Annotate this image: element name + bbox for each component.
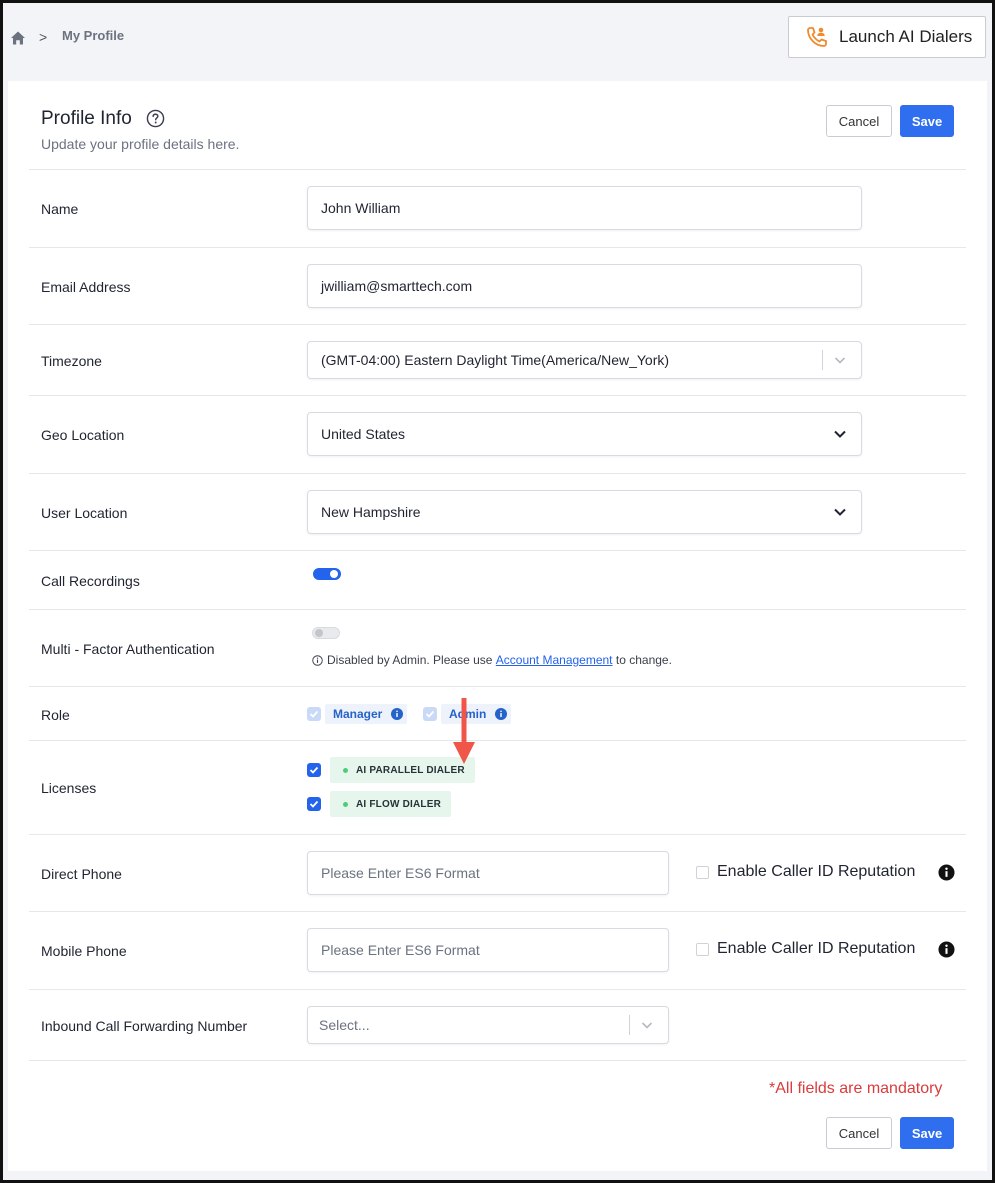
status-dot bbox=[343, 801, 348, 807]
mfa-label: Multi - Factor Authentication bbox=[41, 641, 215, 657]
toggle-knob bbox=[315, 629, 323, 637]
phone-user-icon bbox=[807, 27, 827, 47]
divider bbox=[29, 395, 966, 396]
caller-id-checkbox[interactable] bbox=[696, 942, 709, 956]
footer-cancel-button[interactable]: Cancel bbox=[826, 1117, 892, 1149]
help-icon[interactable] bbox=[146, 109, 165, 128]
call-recordings-label: Call Recordings bbox=[41, 573, 140, 589]
caller-id-label: Enable Caller ID Reputation bbox=[717, 940, 916, 957]
timezone-label: Timezone bbox=[41, 353, 102, 369]
divider bbox=[29, 247, 966, 248]
chevron-down-icon bbox=[834, 508, 846, 516]
info-icon[interactable] bbox=[938, 864, 955, 881]
breadcrumb-current: My Profile bbox=[62, 28, 125, 43]
divider bbox=[29, 550, 966, 551]
breadcrumb-separator: > bbox=[39, 29, 48, 45]
info-icon[interactable] bbox=[938, 941, 955, 958]
user-location-select[interactable]: New Hampshire bbox=[307, 490, 862, 534]
licenses-label: Licenses bbox=[41, 780, 97, 796]
mobile-phone-input[interactable]: Please Enter ES6 Format bbox=[307, 928, 669, 972]
divider bbox=[29, 1060, 966, 1061]
geo-location-select[interactable]: United States bbox=[307, 412, 862, 456]
chevron-down-icon bbox=[834, 430, 846, 438]
select-separator bbox=[629, 1015, 630, 1035]
divider bbox=[29, 740, 966, 741]
email-value: jwilliam@smarttech.com bbox=[321, 278, 473, 294]
save-button[interactable]: Save bbox=[900, 105, 954, 137]
chevron-down-icon bbox=[641, 1022, 653, 1029]
timezone-value: (GMT-04:00) Eastern Daylight Time(Americ… bbox=[321, 352, 670, 368]
info-icon bbox=[312, 654, 323, 666]
mobile-phone-placeholder: Please Enter ES6 Format bbox=[321, 942, 480, 958]
direct-phone-caller-id-option[interactable]: Enable Caller ID Reputation bbox=[696, 863, 915, 881]
direct-phone-label: Direct Phone bbox=[41, 866, 122, 882]
role-label: Role bbox=[41, 707, 70, 723]
license-name: AI FLOW DIALER bbox=[356, 798, 442, 810]
page-title: Profile Info bbox=[41, 108, 132, 129]
direct-phone-placeholder: Please Enter ES6 Format bbox=[321, 865, 480, 881]
user-location-value: New Hampshire bbox=[321, 504, 421, 520]
caller-id-label: Enable Caller ID Reputation bbox=[717, 863, 916, 880]
inbound-forwarding-select[interactable]: Select... bbox=[307, 1006, 669, 1044]
user-location-label: User Location bbox=[41, 505, 128, 521]
direct-phone-input[interactable]: Please Enter ES6 Format bbox=[307, 851, 669, 895]
home-icon[interactable] bbox=[10, 30, 26, 46]
profile-card: Profile Info Update your profile details… bbox=[8, 81, 987, 1171]
geo-location-label: Geo Location bbox=[41, 427, 125, 443]
annotation-arrow-icon bbox=[453, 698, 475, 764]
launch-ai-dialers-button[interactable]: Launch AI Dialers bbox=[788, 16, 986, 58]
chevron-down-icon bbox=[834, 357, 846, 364]
divider bbox=[29, 473, 966, 474]
cancel-button[interactable]: Cancel bbox=[826, 105, 892, 137]
divider bbox=[29, 324, 966, 325]
license-checkbox[interactable] bbox=[307, 763, 321, 777]
inbound-forwarding-placeholder: Select... bbox=[319, 1017, 370, 1033]
select-separator bbox=[822, 350, 823, 370]
info-icon[interactable] bbox=[495, 708, 508, 720]
mandatory-note: *All fields are mandatory bbox=[769, 1080, 943, 1097]
caller-id-checkbox[interactable] bbox=[696, 865, 709, 879]
role-chip-manager: Manager bbox=[325, 704, 408, 724]
license-checkbox[interactable] bbox=[307, 797, 321, 811]
role-admin-checkbox bbox=[423, 707, 437, 721]
timezone-select[interactable]: (GMT-04:00) Eastern Daylight Time(Americ… bbox=[307, 341, 862, 379]
toggle-knob bbox=[330, 570, 338, 578]
page-subtitle: Update your profile details here. bbox=[41, 136, 240, 152]
role-manager-checkbox bbox=[307, 707, 321, 721]
footer-save-button[interactable]: Save bbox=[900, 1117, 954, 1149]
email-label: Email Address bbox=[41, 279, 131, 295]
launch-ai-dialers-label: Launch AI Dialers bbox=[839, 27, 973, 46]
mfa-note-prefix: Disabled by Admin. Please use bbox=[327, 653, 493, 667]
name-label: Name bbox=[41, 201, 79, 217]
license-chip: AI FLOW DIALER bbox=[330, 791, 452, 817]
divider bbox=[29, 989, 966, 990]
call-recordings-toggle[interactable] bbox=[313, 568, 341, 580]
mobile-phone-label: Mobile Phone bbox=[41, 943, 127, 959]
mobile-phone-caller-id-option[interactable]: Enable Caller ID Reputation bbox=[696, 940, 915, 958]
divider bbox=[29, 686, 966, 687]
account-management-link[interactable]: Account Management bbox=[496, 653, 613, 667]
mfa-note: Disabled by Admin. Please use Account Ma… bbox=[312, 653, 672, 667]
divider bbox=[29, 834, 966, 835]
mfa-note-suffix: to change. bbox=[615, 653, 672, 667]
mfa-toggle bbox=[312, 627, 340, 639]
status-dot bbox=[343, 767, 348, 773]
divider bbox=[29, 609, 966, 610]
info-icon[interactable] bbox=[391, 708, 404, 720]
divider bbox=[29, 169, 966, 170]
email-input[interactable]: jwilliam@smarttech.com bbox=[307, 264, 862, 308]
inbound-forwarding-label: Inbound Call Forwarding Number bbox=[41, 1018, 248, 1034]
name-input[interactable]: John William bbox=[307, 186, 862, 230]
license-name: AI PARALLEL DIALER bbox=[356, 764, 465, 776]
geo-location-value: United States bbox=[321, 426, 406, 442]
divider bbox=[29, 911, 966, 912]
role-name: Manager bbox=[333, 707, 383, 721]
top-bar: > My Profile Launch AI Dialers bbox=[3, 3, 992, 81]
name-value: John William bbox=[321, 200, 401, 216]
